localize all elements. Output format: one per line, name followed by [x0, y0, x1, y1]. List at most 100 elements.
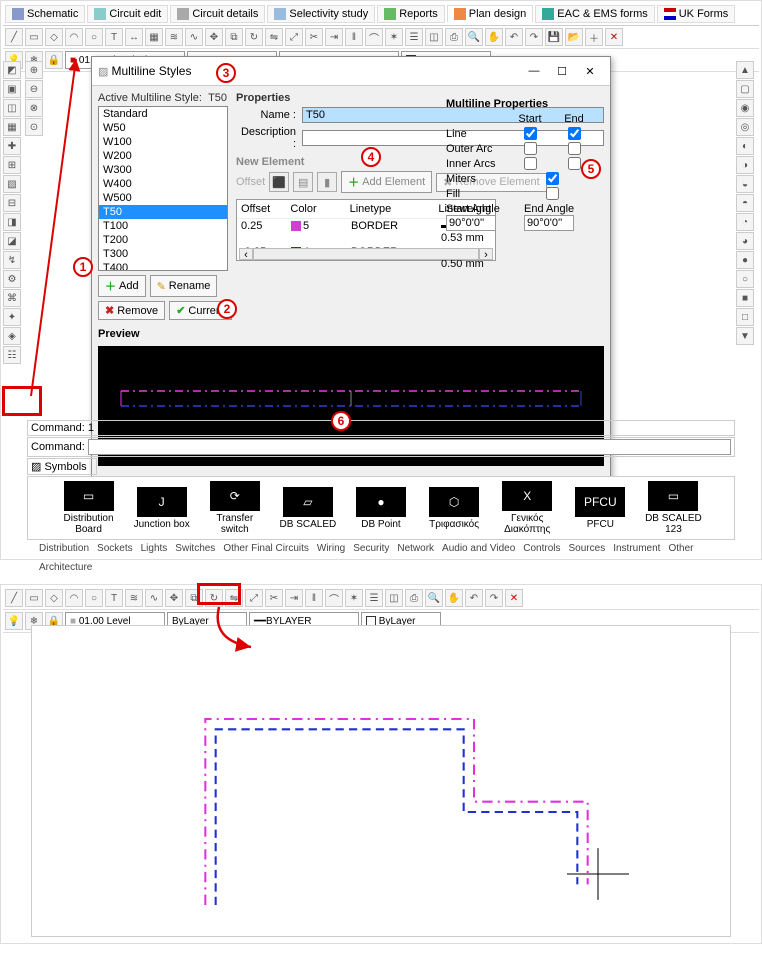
category-tab[interactable]: Switches	[175, 543, 215, 554]
side2-tool-3-icon[interactable]: ⊗	[25, 99, 43, 117]
tool-line-icon[interactable]: ╱	[5, 28, 23, 46]
ltool-24-icon[interactable]: ↷	[485, 589, 503, 607]
close-button[interactable]: ✕	[576, 61, 604, 81]
side-tool-10-icon[interactable]: ◪	[3, 232, 21, 250]
lower-drawing-canvas[interactable]	[31, 625, 731, 937]
category-tab[interactable]: Architecture	[39, 562, 92, 573]
side-tool-9-icon[interactable]: ◨	[3, 213, 21, 231]
right-tool-14-icon[interactable]: □	[736, 308, 754, 326]
side-tool-7-icon[interactable]: ▧	[3, 175, 21, 193]
style-item-t400[interactable]: T400	[99, 261, 227, 271]
side2-tool-4-icon[interactable]: ⊙	[25, 118, 43, 136]
category-tab[interactable]: Network	[397, 543, 434, 554]
ltool-21-icon[interactable]: 🔍	[425, 589, 443, 607]
tool-extend-icon[interactable]: ⇥	[325, 28, 343, 46]
tool-poly-icon[interactable]: ◇	[45, 28, 63, 46]
style-item-t200[interactable]: T200	[99, 233, 227, 247]
right-tool-7-icon[interactable]: ◒	[736, 175, 754, 193]
tab-reports[interactable]: Reports	[377, 5, 445, 23]
ltool-8-icon[interactable]: ✥	[165, 589, 183, 607]
tool-scale-icon[interactable]: ⤢	[285, 28, 303, 46]
right-tool-12-icon[interactable]: ○	[736, 270, 754, 288]
pick-lineweight-icon[interactable]: ▮	[317, 172, 337, 192]
ltool-18-icon[interactable]: ☰	[365, 589, 383, 607]
mlp-start-check[interactable]	[524, 157, 537, 170]
side-tool-15-icon[interactable]: ◈	[3, 327, 21, 345]
side-tool-12-icon[interactable]: ⚙	[3, 270, 21, 288]
tool-mirror-icon[interactable]: ⇋	[265, 28, 283, 46]
lbulb-icon[interactable]: 💡	[5, 612, 23, 630]
tool-undo-icon[interactable]: ↶	[505, 28, 523, 46]
category-tab[interactable]: Distribution	[39, 543, 89, 554]
category-tab[interactable]: Other Final Circuits	[223, 543, 309, 554]
symbols-tab-label[interactable]: ▨ Symbols	[27, 458, 97, 475]
tool-hatch-icon[interactable]: ▦	[145, 28, 163, 46]
right-tool-8-icon[interactable]: ◓	[736, 194, 754, 212]
right-tool-2-icon[interactable]: ▢	[736, 80, 754, 98]
ltool-23-icon[interactable]: ↶	[465, 589, 483, 607]
ltool-16-icon[interactable]: ⌒	[325, 589, 343, 607]
pick-color-icon[interactable]: ⬛	[269, 172, 289, 192]
style-item-standard[interactable]: Standard	[99, 107, 227, 121]
style-item-t100[interactable]: T100	[99, 219, 227, 233]
tool-plus-icon[interactable]: ＋	[585, 28, 603, 46]
ltool-25-icon[interactable]: ✕	[505, 589, 523, 607]
mlp-end-check[interactable]	[568, 142, 581, 155]
tool-save-icon[interactable]: 💾	[545, 28, 563, 46]
symbol-item[interactable]: PFCUPFCU	[570, 487, 631, 530]
style-item-w50[interactable]: W50	[99, 121, 227, 135]
ltool-15-icon[interactable]: ‖	[305, 589, 323, 607]
category-tab[interactable]: Lights	[141, 543, 168, 554]
tool-pan-icon[interactable]: ✋	[485, 28, 503, 46]
right-tool-1-icon[interactable]: ▲	[736, 61, 754, 79]
symbol-item[interactable]: ⟳Transfer switch	[204, 481, 265, 535]
tool-layer-icon[interactable]: ☰	[405, 28, 423, 46]
right-tool-10-icon[interactable]: ◕	[736, 232, 754, 250]
right-tool-6-icon[interactable]: ◑	[736, 156, 754, 174]
tool-rect-icon[interactable]: ▭	[25, 28, 43, 46]
maximize-button[interactable]: ☐	[548, 61, 576, 81]
side-tool-8-icon[interactable]: ⊟	[3, 194, 21, 212]
side-tool-1-icon[interactable]: ◩	[3, 61, 21, 79]
ltool-12-icon[interactable]: ⤢	[245, 589, 263, 607]
category-tab[interactable]: Security	[353, 543, 389, 554]
ltool-13-icon[interactable]: ✂	[265, 589, 283, 607]
side-tool-3-icon[interactable]: ◫	[3, 99, 21, 117]
style-item-t300[interactable]: T300	[99, 247, 227, 261]
ltool-2-icon[interactable]: ▭	[25, 589, 43, 607]
mlp-check[interactable]	[546, 172, 559, 185]
ltool-1-icon[interactable]: ╱	[5, 589, 23, 607]
tool-rotate-icon[interactable]: ↻	[245, 28, 263, 46]
right-tool-13-icon[interactable]: ■	[736, 289, 754, 307]
side-tool-2-icon[interactable]: ▣	[3, 80, 21, 98]
ltool-7-icon[interactable]: ∿	[145, 589, 163, 607]
mlp-end-check[interactable]	[568, 157, 581, 170]
ltool-6-icon[interactable]: T	[105, 589, 123, 607]
style-item-t50[interactable]: T50	[99, 205, 227, 219]
tool-copy-icon[interactable]: ⧉	[225, 28, 243, 46]
ltool-4-icon[interactable]: ◠	[65, 589, 83, 607]
rename-style-button[interactable]: ✎Rename	[150, 275, 218, 297]
command-input[interactable]	[88, 439, 731, 455]
symbol-item[interactable]: ▱DB SCALED	[277, 487, 338, 530]
right-tool-4-icon[interactable]: ◎	[736, 118, 754, 136]
tab-circuit-details[interactable]: Circuit details	[170, 5, 265, 23]
table-horizontal-scrollbar[interactable]: ‹›	[239, 248, 493, 260]
add-element-button[interactable]: ＋Add Element	[341, 171, 432, 193]
mlp-check[interactable]	[546, 187, 559, 200]
symbol-item[interactable]: ●DB Point	[350, 487, 411, 530]
tool-redo-icon[interactable]: ↷	[525, 28, 543, 46]
side-tool-14-icon[interactable]: ✦	[3, 308, 21, 326]
right-tool-11-icon[interactable]: ●	[736, 251, 754, 269]
ltool-14-icon[interactable]: ⇥	[285, 589, 303, 607]
tab-selectivity[interactable]: Selectivity study	[267, 5, 375, 23]
tab-uk-forms[interactable]: UK Forms	[657, 5, 736, 23]
tool-print-icon[interactable]: ⎙	[445, 28, 463, 46]
mlp-start-check[interactable]	[524, 142, 537, 155]
tab-circuit-edit[interactable]: Circuit edit	[87, 5, 168, 23]
tool-text-icon[interactable]: T	[105, 28, 123, 46]
style-item-w100[interactable]: W100	[99, 135, 227, 149]
category-tab[interactable]: Controls	[523, 543, 560, 554]
symbol-item[interactable]: ⬡Τριφασικός	[424, 487, 485, 530]
minimize-button[interactable]: —	[520, 61, 548, 81]
